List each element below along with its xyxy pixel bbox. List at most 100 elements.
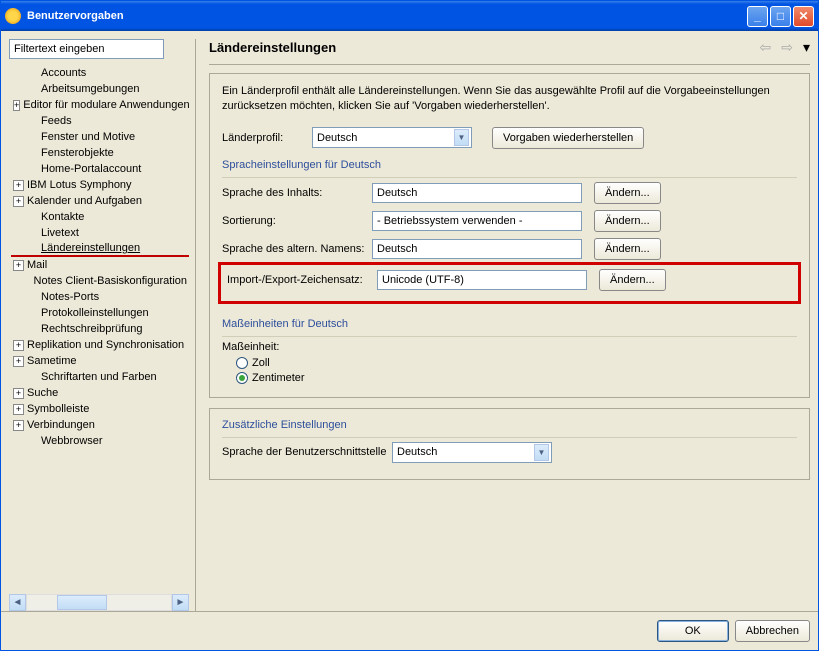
chevron-down-icon: ▼ (534, 444, 549, 461)
tree-item-label: Verbindungen (27, 419, 95, 431)
radio-cm[interactable]: Zentimeter (236, 372, 797, 384)
change-button[interactable]: Ändern... (594, 210, 661, 232)
language-group-title: Spracheinstellungen für Deutsch (222, 159, 797, 171)
page-title: Ländereinstellungen (209, 40, 760, 55)
tree-item[interactable]: Schriftarten und Farben (11, 369, 189, 385)
filter-input[interactable] (9, 39, 164, 59)
main-panel: Ein Länderprofil enthält alle Ländereins… (209, 73, 810, 398)
tree-item-label: Fensterobjekte (41, 147, 114, 159)
close-button[interactable]: ✕ (793, 6, 814, 27)
tree-item-label: Kalender und Aufgaben (27, 195, 142, 207)
field-value[interactable]: Deutsch (372, 239, 582, 259)
tree-item[interactable]: Home-Portalaccount (11, 161, 189, 177)
expand-icon[interactable]: + (13, 100, 20, 111)
profile-label: Länderprofil: (222, 132, 312, 144)
scroll-thumb[interactable] (57, 595, 107, 610)
scroll-left-arrow[interactable]: ◄ (9, 594, 26, 611)
ui-lang-label: Sprache der Benutzerschnittstelle (222, 446, 392, 458)
description-text: Ein Länderprofil enthält alle Ländereins… (222, 84, 797, 115)
tree-item[interactable]: +Verbindungen (11, 417, 189, 433)
splitter[interactable] (195, 39, 199, 611)
tree-item[interactable]: Livetext (11, 225, 189, 241)
highlighted-row: Import-/Export-Zeichensatz:Unicode (UTF-… (218, 262, 801, 304)
tree-item-label: Notes Client-Basiskonfiguration (34, 275, 187, 287)
horizontal-scrollbar[interactable]: ◄ ► (9, 594, 189, 611)
expand-icon[interactable]: + (13, 404, 24, 415)
tree-item[interactable]: Ländereinstellungen (11, 241, 189, 257)
field-label: Import-/Export-Zeichensatz: (227, 274, 377, 286)
change-button[interactable]: Ändern... (599, 269, 666, 291)
chevron-down-icon: ▼ (454, 129, 469, 146)
tree-item-label: Arbeitsumgebungen (41, 83, 139, 95)
expand-icon[interactable]: + (13, 340, 24, 351)
tree-item-label: Suche (27, 387, 58, 399)
tree-item[interactable]: +IBM Lotus Symphony (11, 177, 189, 193)
tree-item[interactable]: Notes Client-Basiskonfiguration (11, 273, 189, 289)
change-button[interactable]: Ändern... (594, 182, 661, 204)
expand-icon[interactable]: + (13, 180, 24, 191)
expand-icon[interactable]: + (13, 196, 24, 207)
tree-item[interactable]: +Suche (11, 385, 189, 401)
radio-inch[interactable]: Zoll (236, 357, 797, 369)
ok-button[interactable]: OK (657, 620, 729, 642)
tree-item-label: Sametime (27, 355, 77, 367)
expand-icon[interactable]: + (13, 388, 24, 399)
minimize-button[interactable]: _ (747, 6, 768, 27)
expand-icon[interactable]: + (13, 260, 24, 271)
tree-item-label: Symbolleiste (27, 403, 89, 415)
cancel-button[interactable]: Abbrechen (735, 620, 810, 642)
tree-item[interactable]: Rechtschreibprüfung (11, 321, 189, 337)
field-value[interactable]: Unicode (UTF-8) (377, 270, 587, 290)
profile-combo[interactable]: Deutsch ▼ (312, 127, 472, 148)
field-value[interactable]: Deutsch (372, 183, 582, 203)
tree-item-label: Accounts (41, 67, 86, 79)
tree-item-label: Home-Portalaccount (41, 163, 141, 175)
tree-item[interactable]: +Mail (11, 257, 189, 273)
change-button[interactable]: Ändern... (594, 238, 661, 260)
tree-item-label: Rechtschreibprüfung (41, 323, 143, 335)
field-label: Sprache des altern. Namens: (222, 243, 372, 255)
field-label: Sprache des Inhalts: (222, 187, 372, 199)
menu-arrow-icon[interactable]: ▾ (803, 39, 810, 56)
tree-item-label: Livetext (41, 227, 79, 239)
tree-item[interactable]: Notes-Ports (11, 289, 189, 305)
scroll-right-arrow[interactable]: ► (172, 594, 189, 611)
tree-item[interactable]: Accounts (11, 65, 189, 81)
tree-item-label: Webbrowser (41, 435, 103, 447)
tree-item-label: Protokolleinstellungen (41, 307, 149, 319)
tree-item-label: Feeds (41, 115, 72, 127)
tree-item[interactable]: Kontakte (11, 209, 189, 225)
tree-item-label: Kontakte (41, 211, 84, 223)
expand-icon[interactable]: + (13, 420, 24, 431)
tree-item[interactable]: Fenster und Motive (11, 129, 189, 145)
tree-item[interactable]: Arbeitsumgebungen (11, 81, 189, 97)
tree-item-label: Schriftarten und Farben (41, 371, 157, 383)
back-arrow-icon[interactable]: ⇦ (760, 39, 772, 56)
tree-item[interactable]: Fensterobjekte (11, 145, 189, 161)
extra-group-title: Zusätzliche Einstellungen (222, 419, 797, 431)
ui-lang-combo[interactable]: Deutsch ▼ (392, 442, 552, 463)
tree-item[interactable]: +Kalender und Aufgaben (11, 193, 189, 209)
window-title: Benutzervorgaben (27, 10, 747, 22)
tree-item[interactable]: +Replikation und Synchronisation (11, 337, 189, 353)
maximize-button[interactable]: □ (770, 6, 791, 27)
units-label: Maßeinheit: (222, 341, 797, 353)
tree-item[interactable]: Protokolleinstellungen (11, 305, 189, 321)
tree-item[interactable]: +Editor für modulare Anwendungen (11, 97, 189, 113)
restore-defaults-button[interactable]: Vorgaben wiederherstellen (492, 127, 644, 149)
forward-arrow-icon[interactable]: ⇨ (781, 39, 793, 56)
field-value[interactable]: - Betriebssystem verwenden - (372, 211, 582, 231)
dialog-footer: OK Abbrechen (1, 611, 818, 650)
extra-panel: Zusätzliche Einstellungen Sprache der Be… (209, 408, 810, 480)
titlebar: Benutzervorgaben _ □ ✕ (1, 1, 818, 31)
tree-item[interactable]: Feeds (11, 113, 189, 129)
tree-item-label: Editor für modulare Anwendungen (23, 99, 189, 111)
tree-item-label: IBM Lotus Symphony (27, 179, 132, 191)
tree-item-label: Replikation und Synchronisation (27, 339, 184, 351)
expand-icon[interactable]: + (13, 356, 24, 367)
tree-item-label: Ländereinstellungen (41, 242, 140, 254)
preferences-tree[interactable]: AccountsArbeitsumgebungen+Editor für mod… (9, 65, 189, 449)
tree-item[interactable]: Webbrowser (11, 433, 189, 449)
tree-item[interactable]: +Sametime (11, 353, 189, 369)
tree-item[interactable]: +Symbolleiste (11, 401, 189, 417)
